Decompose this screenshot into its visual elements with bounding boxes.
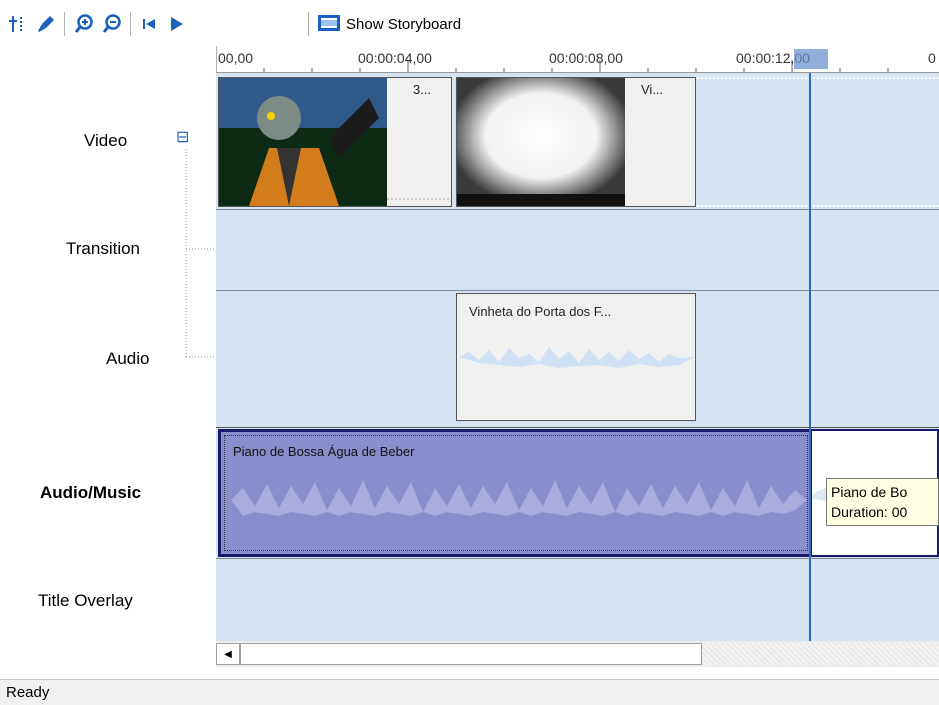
collapse-video-icon[interactable]: ⊟	[176, 127, 189, 147]
video-clip-thumbnail	[219, 78, 387, 206]
time-ruler[interactable]: 00,00 00:00:04,00 00:00:08,00 00:00:12,0…	[216, 46, 939, 73]
clip-tooltip: Piano de Bo Duration: 00	[826, 478, 939, 526]
row-separator	[216, 558, 939, 559]
clip-filmstrip-edge	[387, 198, 451, 202]
narrate-timeline-icon[interactable]	[36, 14, 56, 34]
toolbar-separator	[308, 12, 309, 36]
video-clip-2[interactable]: Vi...	[456, 77, 696, 207]
ruler-tick-label: 00:00:08,00	[549, 50, 623, 66]
video-clip-1-label: 3...	[413, 82, 432, 97]
music-clip-1-label: Piano de Bossa Água de Beber	[233, 444, 415, 459]
row-separator	[216, 290, 939, 291]
ruler-tick-label: 00,00	[218, 50, 254, 66]
track-label-audio-music: Audio/Music	[40, 483, 142, 502]
tooltip-duration: Duration: 00	[831, 504, 908, 520]
track-label-audio: Audio	[106, 349, 150, 368]
toolbar-separator	[64, 12, 65, 36]
track-labels-panel: Video ⊟ Transition Audio Audio/Music Tit…	[0, 73, 216, 641]
track-label-title-overlay: Title Overlay	[38, 591, 133, 610]
playhead-line[interactable]	[809, 73, 811, 641]
horizontal-scrollbar[interactable]: ◀	[216, 641, 939, 667]
zoom-out-icon[interactable]	[102, 14, 122, 34]
status-bar: Ready	[0, 679, 939, 705]
play-icon[interactable]	[166, 14, 186, 34]
tooltip-title: Piano de Bo	[831, 484, 908, 500]
video-clip-2-label: Vi...	[641, 82, 664, 97]
scroll-left-icon: ◀	[224, 648, 232, 660]
toolbar-separator	[130, 12, 131, 36]
tree-connector-lines	[185, 149, 216, 358]
rewind-icon[interactable]	[140, 14, 160, 34]
row-separator	[216, 209, 939, 210]
set-audio-levels-icon[interactable]	[8, 14, 28, 34]
scroll-thumb[interactable]	[240, 643, 702, 665]
playhead-time-highlight	[794, 49, 828, 69]
audio-waveform	[459, 347, 695, 368]
storyboard-label: Show Storyboard	[346, 15, 462, 33]
zoom-in-icon[interactable]	[74, 14, 94, 34]
status-text: Ready	[6, 684, 50, 701]
timeline-area[interactable]: 3... Vi... Vinheta do Porta dos F... Pia…	[216, 73, 939, 641]
storyboard-icon	[318, 14, 340, 35]
scroll-left-button[interactable]: ◀	[216, 643, 240, 665]
row-separator	[216, 427, 939, 428]
audio-clip-1-label: Vinheta do Porta dos F...	[469, 304, 612, 319]
audio-waveform	[231, 480, 807, 516]
video-clip-1[interactable]: 3...	[218, 77, 452, 207]
ruler-tick-label: 0	[928, 50, 936, 66]
music-clip-1[interactable]: Piano de Bossa Água de Beber	[218, 429, 814, 557]
track-label-video: Video	[84, 131, 128, 150]
video-clip-thumbnail	[457, 78, 625, 206]
audio-clip-1[interactable]: Vinheta do Porta dos F...	[456, 293, 696, 421]
track-label-transition: Transition	[66, 239, 141, 258]
ruler-tick-label: 00:00:04,00	[358, 50, 432, 66]
scroll-track[interactable]	[702, 643, 939, 665]
show-storyboard-button[interactable]: Show Storyboard	[318, 12, 461, 36]
video-track-empty-strip	[694, 77, 939, 207]
timeline-toolbar: Show Storyboard	[0, 0, 939, 46]
